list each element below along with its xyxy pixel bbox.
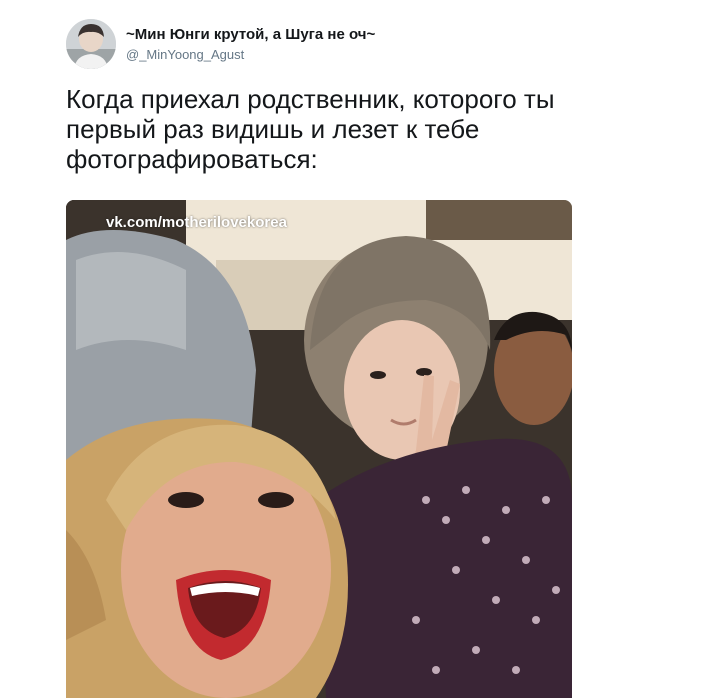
display-name[interactable]: ~Мин Юнги крутой, а Шуга не оч~ — [126, 26, 375, 44]
photo-watermark: vk.com/motherilovekorea — [106, 214, 287, 231]
tweet-photo[interactable]: vk.com/motherilovekorea — [66, 200, 572, 698]
tweet-header: ~Мин Юнги крутой, а Шуга не оч~ @_MinYoo… — [66, 18, 375, 70]
avatar[interactable] — [66, 19, 116, 69]
avatar-image — [66, 19, 116, 69]
tweet-text: Когда приехал родственник, которого ты п… — [66, 84, 555, 174]
user-handle[interactable]: @_MinYoong_Agust — [126, 46, 375, 63]
user-names: ~Мин Юнги крутой, а Шуга не оч~ @_MinYoo… — [126, 26, 375, 63]
photo-image — [66, 200, 572, 698]
